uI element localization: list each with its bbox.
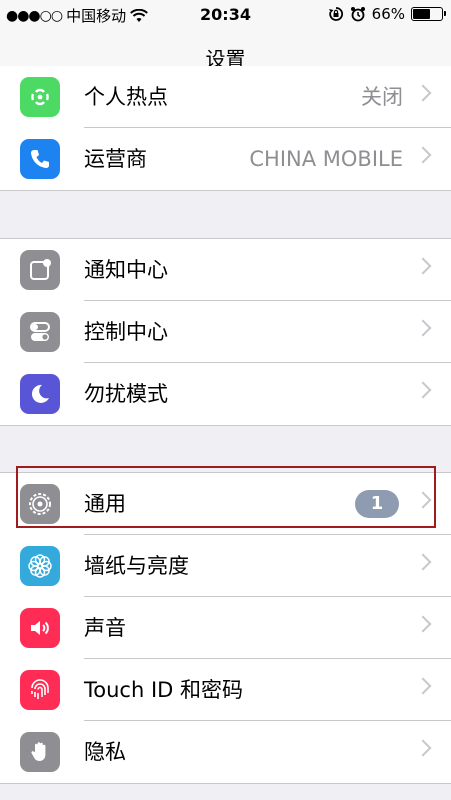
- settings-item-value: CHINA MOBILE: [249, 147, 403, 171]
- moon-icon: [20, 374, 60, 414]
- settings-item-notification-center[interactable]: 通知中心: [0, 239, 451, 301]
- settings-item-sounds[interactable]: 声音: [0, 597, 451, 659]
- chevron-right-icon: [414, 319, 432, 337]
- chevron-right-icon: [414, 84, 432, 102]
- battery-percentage: 66%: [371, 5, 405, 23]
- settings-item-label: Touch ID 和密码: [84, 678, 243, 702]
- chevron-right-icon: [414, 615, 432, 633]
- control-center-icon: [20, 312, 60, 352]
- chevron-right-icon: [414, 257, 432, 275]
- status-right: 66%: [328, 5, 446, 23]
- chevron-right-icon: [414, 739, 432, 757]
- settings-item-label: 通知中心: [84, 258, 168, 282]
- highlight-box: [16, 466, 436, 528]
- battery-icon: [411, 7, 446, 21]
- settings-item-label: 隐私: [84, 740, 126, 764]
- settings-item-control-center[interactable]: 控制中心: [0, 301, 451, 363]
- settings-item-personal-hotspot[interactable]: 个人热点 关闭: [0, 66, 451, 128]
- phone-icon: [20, 139, 60, 179]
- chevron-right-icon: [414, 553, 432, 571]
- group-divider: [0, 783, 451, 784]
- settings-item-label: 勿扰模式: [84, 382, 168, 406]
- settings-item-wallpaper[interactable]: 墙纸与亮度: [0, 535, 451, 597]
- settings-item-label: 声音: [84, 616, 126, 640]
- chevron-right-icon: [414, 381, 432, 399]
- settings-item-touch-id[interactable]: Touch ID 和密码: [0, 659, 451, 721]
- notification-center-icon: [20, 250, 60, 290]
- settings-item-label: 墙纸与亮度: [84, 554, 189, 578]
- status-bar: ●●●○○ 中国移动 20:34 66%: [0, 0, 451, 30]
- fingerprint-icon: [20, 670, 60, 710]
- wallpaper-icon: [20, 546, 60, 586]
- chevron-right-icon: [414, 146, 432, 164]
- battery-fill: [413, 9, 430, 19]
- rotation-lock-icon: [328, 7, 343, 21]
- chevron-right-icon: [414, 677, 432, 695]
- hand-icon: [20, 732, 60, 772]
- settings-item-value: 关闭: [361, 85, 403, 109]
- settings-item-label: 运营商: [84, 147, 147, 171]
- settings-item-privacy[interactable]: 隐私: [0, 721, 451, 783]
- settings-item-label: 个人热点: [84, 85, 168, 109]
- settings-item-label: 控制中心: [84, 320, 168, 344]
- settings-item-do-not-disturb[interactable]: 勿扰模式: [0, 363, 451, 425]
- group-divider: [0, 425, 451, 426]
- alarm-icon: [350, 7, 365, 22]
- group-divider: [0, 190, 451, 191]
- hotspot-icon: [20, 77, 60, 117]
- speaker-icon: [20, 608, 60, 648]
- settings-item-carrier[interactable]: 运营商 CHINA MOBILE: [0, 128, 451, 190]
